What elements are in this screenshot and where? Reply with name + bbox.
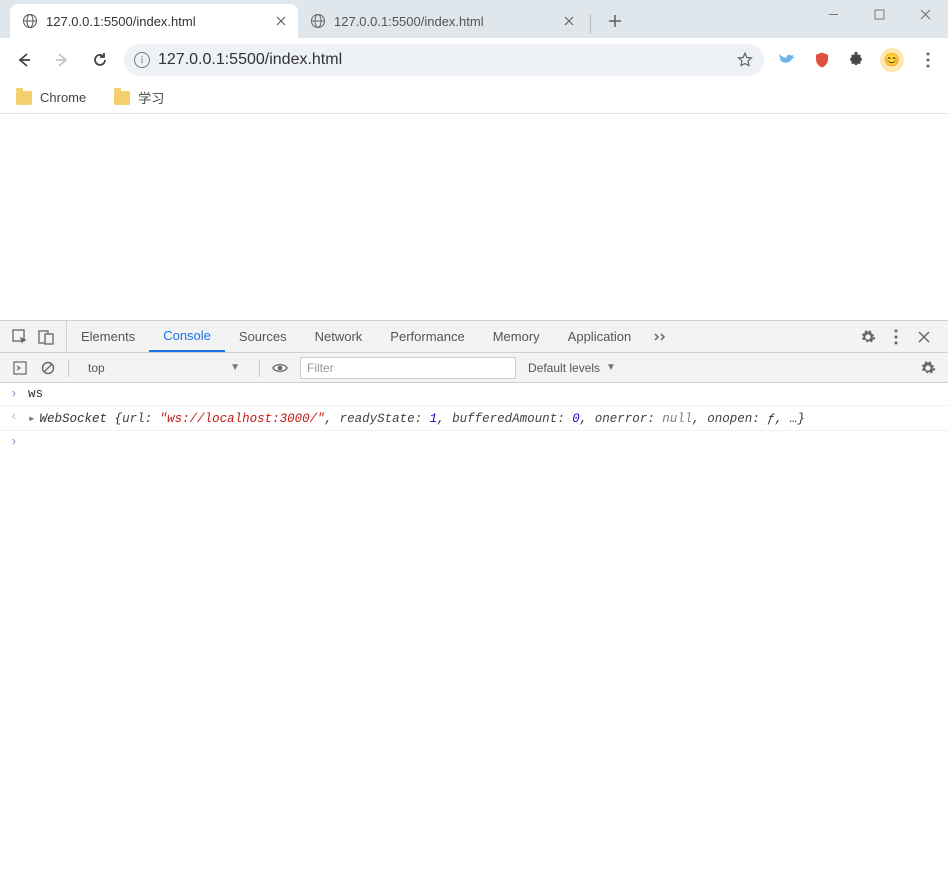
devtools-menu-icon[interactable]: [888, 329, 904, 345]
console-toolbar: top ▼ Filter Default levels ▼: [0, 353, 948, 383]
url-text: 127.0.0.1:5500/index.html: [158, 51, 728, 69]
window-close-button[interactable]: [902, 0, 948, 28]
page-content: [0, 114, 948, 320]
devtools-tab-application[interactable]: Application: [554, 321, 646, 352]
bookmark-folder-chrome[interactable]: Chrome: [16, 90, 86, 105]
inspect-element-icon[interactable]: [12, 329, 28, 345]
browser-tab[interactable]: 127.0.0.1:5500/index.html: [298, 4, 586, 38]
gear-icon[interactable]: [920, 360, 936, 376]
extensions-puzzle-icon[interactable]: [846, 50, 866, 70]
new-tab-button[interactable]: [601, 7, 629, 35]
devtools-tab-memory[interactable]: Memory: [479, 321, 554, 352]
chevron-down-icon: ▼: [606, 362, 616, 373]
chevron-down-icon: ▼: [230, 362, 240, 373]
close-icon[interactable]: [274, 14, 288, 28]
bookmark-star-icon[interactable]: [736, 51, 754, 69]
window-maximize-button[interactable]: [856, 0, 902, 28]
bookmark-folder-study[interactable]: 学习: [114, 88, 164, 107]
extension-bird-icon[interactable]: [778, 50, 798, 70]
bookmark-label: 学习: [138, 88, 164, 107]
tab-title: 127.0.0.1:5500/index.html: [46, 14, 266, 29]
console-output: › ws ‹ ▸WebSocket {url: "ws://localhost:…: [0, 383, 948, 882]
folder-icon: [114, 91, 130, 105]
levels-label: Default levels: [528, 361, 600, 375]
reload-button[interactable]: [86, 46, 114, 74]
chrome-menu-button[interactable]: [918, 50, 938, 70]
bookmark-label: Chrome: [40, 90, 86, 105]
devtools-panel: Elements Console Sources Network Perform…: [0, 320, 948, 882]
live-expression-icon[interactable]: [272, 360, 288, 376]
devtools-tab-sources[interactable]: Sources: [225, 321, 301, 352]
log-levels-selector[interactable]: Default levels ▼: [528, 361, 616, 375]
browser-tab-active[interactable]: 127.0.0.1:5500/index.html: [10, 4, 298, 38]
browser-toolbar: i 127.0.0.1:5500/index.html 😊: [0, 38, 948, 82]
filter-placeholder: Filter: [307, 361, 334, 375]
back-button[interactable]: [10, 46, 38, 74]
window-minimize-button[interactable]: [810, 0, 856, 28]
address-bar[interactable]: i 127.0.0.1:5500/index.html: [124, 44, 764, 76]
input-caret-icon: ›: [10, 435, 20, 449]
tab-title: 127.0.0.1:5500/index.html: [334, 14, 554, 29]
info-icon[interactable]: i: [134, 52, 150, 68]
console-output-row[interactable]: ‹ ▸WebSocket {url: "ws://localhost:3000/…: [0, 406, 948, 431]
console-input-text: ws: [28, 387, 43, 401]
browser-tabs-strip: 127.0.0.1:5500/index.html 127.0.0.1:5500…: [0, 0, 948, 38]
devtools-tab-console[interactable]: Console: [149, 321, 225, 352]
close-icon[interactable]: [562, 14, 576, 28]
separator: [68, 359, 69, 377]
globe-icon: [310, 13, 326, 29]
window-controls: [810, 0, 948, 28]
close-icon[interactable]: [916, 329, 932, 345]
devtools-tab-performance[interactable]: Performance: [376, 321, 478, 352]
extension-shield-icon[interactable]: [812, 50, 832, 70]
profile-avatar[interactable]: 😊: [880, 48, 904, 72]
clear-console-icon[interactable]: [40, 360, 56, 376]
console-sidebar-toggle-icon[interactable]: [12, 360, 28, 376]
devtools-tab-overflow[interactable]: [645, 321, 675, 352]
console-input-row[interactable]: › ws: [0, 383, 948, 406]
context-selector-value: top: [88, 361, 105, 375]
expand-triangle-icon[interactable]: ▸: [28, 412, 36, 426]
forward-button[interactable]: [48, 46, 76, 74]
device-toolbar-icon[interactable]: [38, 329, 54, 345]
console-prompt-row[interactable]: ›: [0, 431, 948, 453]
bookmarks-bar: Chrome 学习: [0, 82, 948, 114]
context-selector[interactable]: top ▼: [81, 358, 247, 378]
tab-divider: [590, 14, 591, 34]
separator: [259, 359, 260, 377]
gear-icon[interactable]: [860, 329, 876, 345]
devtools-tab-elements[interactable]: Elements: [67, 321, 149, 352]
devtools-tabs: Elements Console Sources Network Perform…: [0, 321, 948, 353]
globe-icon: [22, 13, 38, 29]
folder-icon: [16, 91, 32, 105]
output-caret-icon: ‹: [10, 410, 20, 424]
extension-icons: 😊: [774, 48, 938, 72]
filter-input[interactable]: Filter: [300, 357, 516, 379]
console-output-text: ▸WebSocket {url: "ws://localhost:3000/",…: [28, 410, 805, 426]
devtools-tab-network[interactable]: Network: [301, 321, 377, 352]
input-caret-icon: ›: [10, 387, 20, 401]
